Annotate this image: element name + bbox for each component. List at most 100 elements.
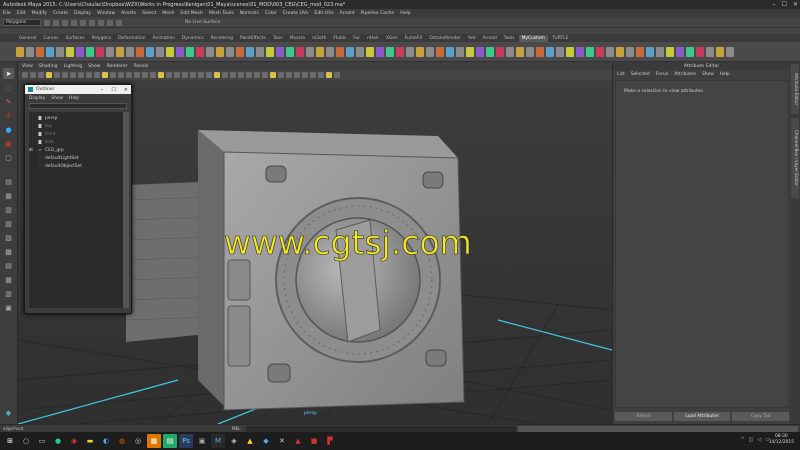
viewport-tool-icon[interactable]	[94, 72, 100, 78]
viewport-tool-icon[interactable]	[254, 72, 260, 78]
shelf-tool-icon[interactable]	[16, 46, 24, 57]
menu-modify[interactable]: Modify	[32, 11, 47, 16]
shelf-tool-icon[interactable]	[266, 46, 274, 57]
taskbar-maya-icon[interactable]: M	[211, 434, 225, 448]
tab-yeti[interactable]: Yeti	[465, 35, 479, 42]
viewport-menu-panels[interactable]: Panels	[134, 64, 149, 69]
shelf-tool-icon[interactable]	[456, 46, 464, 57]
taskbar-office-icon[interactable]: ▦	[147, 434, 161, 448]
layout-render-icon[interactable]: ▦	[3, 274, 14, 285]
menu-set-selector[interactable]: Polygons	[3, 19, 41, 26]
outliner-item[interactable]: ◙ side	[29, 138, 123, 146]
save-scene-icon[interactable]	[62, 19, 68, 26]
tab-attribute-editor[interactable]: Attribute Editor	[791, 64, 799, 114]
taskbar-steam-icon[interactable]: ◎	[131, 434, 145, 448]
rotate-tool-icon[interactable]: ●	[3, 124, 14, 135]
maximize-icon[interactable]: ☐	[782, 1, 787, 8]
tab-turtle[interactable]: TURTLE	[549, 35, 572, 42]
expand-icon[interactable]: ⊞	[29, 148, 35, 153]
layout-four-icon[interactable]: ▦	[3, 190, 14, 201]
outliner-maximize-icon[interactable]: ☐	[111, 87, 115, 93]
shelf-tool-icon[interactable]	[726, 46, 734, 57]
menu-normals[interactable]: Normals	[240, 11, 259, 16]
viewport-tool-icon[interactable]	[206, 72, 212, 78]
viewport-tool-icon[interactable]	[54, 72, 60, 78]
viewport-tool-icon[interactable]	[198, 72, 204, 78]
outliner-search-input[interactable]	[29, 103, 127, 109]
viewport-tool-icon[interactable]	[174, 72, 180, 78]
volume-icon[interactable]: ◁	[757, 437, 761, 443]
minimize-icon[interactable]: –	[773, 1, 776, 8]
task-view-icon[interactable]: ▭	[35, 434, 49, 448]
redo-icon[interactable]	[80, 19, 86, 26]
load-attributes-button[interactable]: Load Attributes	[673, 412, 731, 421]
taskbar-app9-icon[interactable]: ▛	[323, 434, 337, 448]
viewport-menu-renderer[interactable]: Renderer	[107, 64, 128, 69]
menu-window[interactable]: Window	[97, 11, 115, 16]
shelf-tool-icon[interactable]	[376, 46, 384, 57]
shelf-tool-icon[interactable]	[276, 46, 284, 57]
menu-create[interactable]: Create	[53, 11, 68, 16]
lasso-tool-icon[interactable]: ◌	[3, 82, 14, 93]
shelf-tool-icon[interactable]	[106, 46, 114, 57]
tab-rendering[interactable]: Rendering	[208, 35, 236, 42]
taskbar-explorer-icon[interactable]: ▬	[83, 434, 97, 448]
close-icon[interactable]: ✕	[793, 1, 798, 8]
shelf-tool-icon[interactable]	[716, 46, 724, 57]
shelf-tool-icon[interactable]	[226, 46, 234, 57]
viewport-menu-shading[interactable]: Shading	[39, 64, 58, 69]
taskbar-chrome-icon[interactable]: ◉	[67, 434, 81, 448]
layout-script-icon[interactable]: ▣	[3, 302, 14, 313]
shelf-tool-icon[interactable]	[146, 46, 154, 57]
tab-mycustom[interactable]: MyCustom	[518, 34, 548, 42]
layout-custom-icon[interactable]: ▥	[3, 288, 14, 299]
viewport-tool-icon[interactable]	[118, 72, 124, 78]
shelf-tool-icon[interactable]	[536, 46, 544, 57]
shelf-tool-icon[interactable]	[76, 46, 84, 57]
outliner-scrollbar[interactable]	[123, 112, 129, 308]
tab-surfaces[interactable]: Surfaces	[63, 35, 88, 42]
viewport-menu-lighting[interactable]: Lighting	[64, 64, 83, 69]
shelf-tool-icon[interactable]	[526, 46, 534, 57]
tab-toon[interactable]: Toon	[270, 35, 286, 42]
select-tool-icon[interactable]: ➤	[3, 68, 14, 79]
shelf-tool-icon[interactable]	[486, 46, 494, 57]
tab-xgen[interactable]: XGen	[383, 35, 401, 42]
shelf-tool-icon[interactable]	[56, 46, 64, 57]
layout-two-icon[interactable]: ▥	[3, 204, 14, 215]
shelf-tool-icon[interactable]	[166, 46, 174, 57]
tab-general[interactable]: General	[16, 35, 39, 42]
snap-point-icon[interactable]	[116, 19, 122, 26]
viewport-tool-icon[interactable]	[310, 72, 316, 78]
taskbar-app2-icon[interactable]: ▣	[195, 434, 209, 448]
shelf-tool-icon[interactable]	[126, 46, 134, 57]
paint-select-icon[interactable]: ✎	[3, 96, 14, 107]
shelf-tool-icon[interactable]	[196, 46, 204, 57]
menu-assets[interactable]: Assets	[121, 11, 136, 16]
attribute-menu-attributes[interactable]: Attributes	[674, 72, 696, 77]
taskbar-app6-icon[interactable]: ✕	[275, 434, 289, 448]
viewport-tool-icon[interactable]	[62, 72, 68, 78]
outliner-item[interactable]: ◙ top	[29, 122, 123, 130]
viewport-tool-icon[interactable]	[46, 72, 52, 78]
viewport-tool-icon[interactable]	[286, 72, 292, 78]
viewport-tool-icon[interactable]	[302, 72, 308, 78]
outliner-item[interactable]: ⁘ defaultLightSet	[29, 154, 123, 162]
tab-dynamics[interactable]: Dynamics	[179, 35, 207, 42]
menu-pipeline-cache[interactable]: Pipeline Cache	[361, 11, 395, 16]
viewport-tool-icon[interactable]	[182, 72, 188, 78]
shelf-tool-icon[interactable]	[586, 46, 594, 57]
shelf-tool-icon[interactable]	[26, 46, 34, 57]
attribute-menu-show[interactable]: Show	[702, 72, 714, 77]
shelf-tool-icon[interactable]	[576, 46, 584, 57]
viewport-tool-icon[interactable]	[38, 72, 44, 78]
layout-uv-icon[interactable]: ▤	[3, 260, 14, 271]
script-language-label[interactable]: MEL	[232, 426, 241, 431]
viewport-tool-icon[interactable]	[230, 72, 236, 78]
viewport-tool-icon[interactable]	[166, 72, 172, 78]
shelf-tool-icon[interactable]	[406, 46, 414, 57]
viewport-tool-icon[interactable]	[246, 72, 252, 78]
taskbar-app7-icon[interactable]: ▲	[291, 434, 305, 448]
layout-single-icon[interactable]: ▤	[3, 176, 14, 187]
tab-deformation[interactable]: Deformation	[115, 35, 148, 42]
